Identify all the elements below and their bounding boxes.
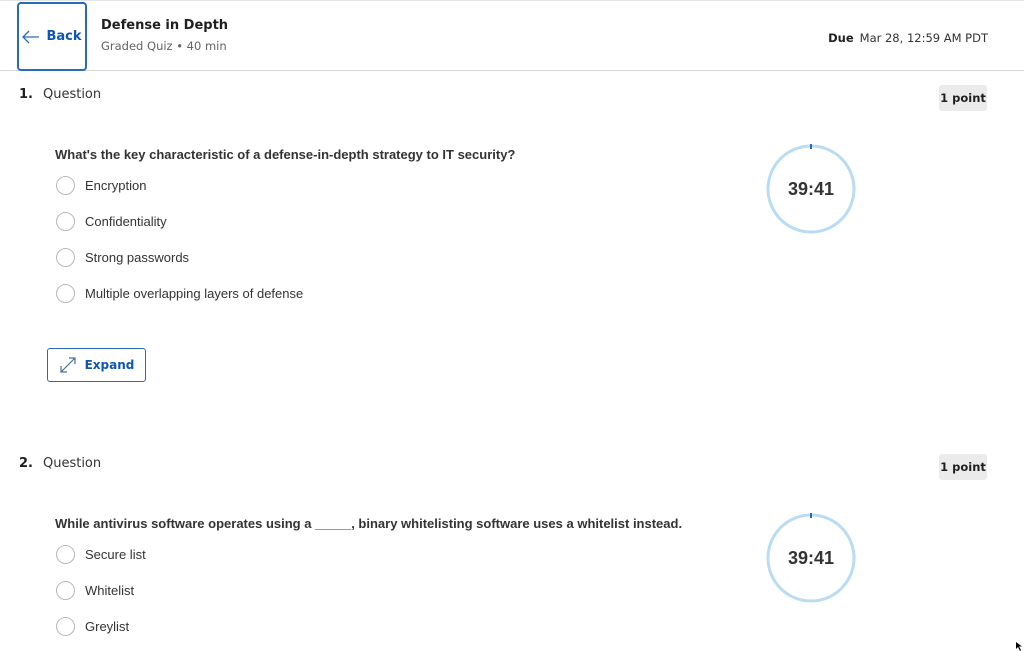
back-button-label: Back <box>46 29 82 44</box>
question-label: Question <box>42 87 102 102</box>
question-number: 2. <box>19 456 33 471</box>
expand-button-label: Expand <box>84 358 135 372</box>
arrow-left-icon <box>22 30 40 43</box>
answer-option[interactable]: Whitelist <box>56 581 134 600</box>
answer-option-label: Whitelist <box>85 583 135 598</box>
radio-button[interactable] <box>56 284 75 303</box>
question-2-header: 2. Question <box>19 456 101 471</box>
expand-button[interactable]: Expand <box>47 348 146 382</box>
answer-option[interactable]: Secure list <box>56 545 146 564</box>
countdown-timer: 39:41 <box>765 143 857 235</box>
radio-button[interactable] <box>56 212 75 231</box>
quiz-title: Defense in Depth <box>101 18 229 33</box>
answer-option[interactable]: Multiple overlapping layers of defense <box>56 284 303 303</box>
radio-button[interactable] <box>56 617 75 636</box>
expand-arrows-icon <box>60 357 76 373</box>
answer-option-label: Confidentiality <box>85 214 167 229</box>
answer-option-label: Secure list <box>85 547 146 562</box>
radio-button[interactable] <box>56 176 75 195</box>
radio-button[interactable] <box>56 581 75 600</box>
radio-button[interactable] <box>56 545 75 564</box>
answer-option-label: Greylist <box>85 619 130 634</box>
quiz-title-block: Defense in Depth Graded Quiz • 40 min <box>101 18 228 53</box>
due-date: Due Mar 28, 12:59 AM PDT <box>828 31 988 45</box>
timer-value: 39:41 <box>787 547 835 568</box>
points-badge: 1 point <box>939 85 987 111</box>
answer-option[interactable]: Greylist <box>56 617 129 636</box>
quiz-header: Back Defense in Depth Graded Quiz • 40 m… <box>0 0 1024 71</box>
points-badge: 1 point <box>939 454 987 480</box>
quiz-subtitle: Graded Quiz • 40 min <box>101 39 227 53</box>
question-1-header: 1. Question <box>19 87 101 102</box>
countdown-timer: 39:41 <box>765 512 857 604</box>
timer-value: 39:41 <box>787 178 835 199</box>
question-2-prompt: While antivirus software operates using … <box>55 516 683 531</box>
question-label: Question <box>42 456 102 471</box>
radio-button[interactable] <box>56 248 75 267</box>
back-button[interactable]: Back <box>17 2 87 71</box>
answer-option[interactable]: Confidentiality <box>56 212 167 231</box>
answer-option-label: Strong passwords <box>85 250 190 265</box>
answer-option-label: Encryption <box>85 178 147 193</box>
answer-option-label: Multiple overlapping layers of defense <box>85 286 304 301</box>
question-number: 1. <box>19 87 33 102</box>
due-value: Mar 28, 12:59 AM PDT <box>859 31 988 45</box>
answer-option[interactable]: Strong passwords <box>56 248 189 267</box>
question-1-prompt: What's the key characteristic of a defen… <box>55 147 516 162</box>
answer-option[interactable]: Encryption <box>56 176 146 195</box>
due-label: Due <box>828 31 854 45</box>
mouse-cursor-icon <box>1016 642 1022 651</box>
